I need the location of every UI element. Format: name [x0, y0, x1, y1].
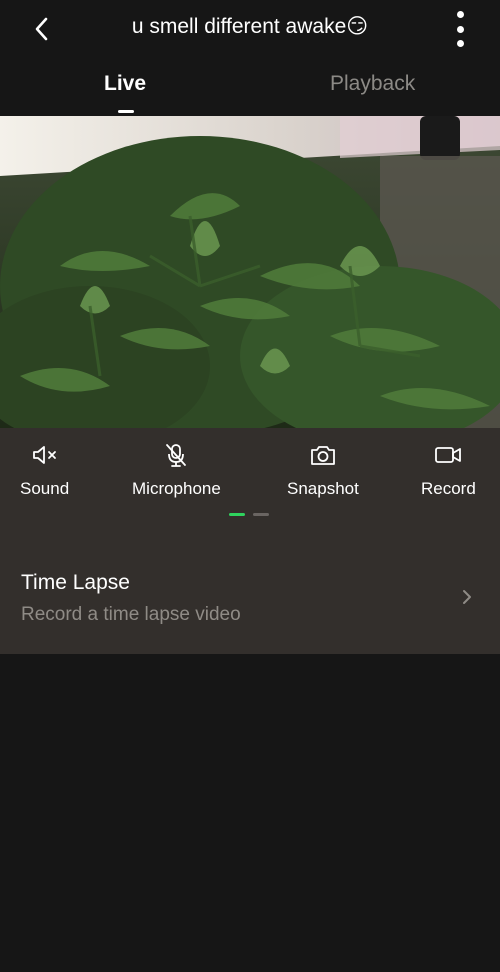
pager-dot-active[interactable] [229, 513, 245, 516]
more-dot-icon [456, 40, 464, 47]
sound-button[interactable]: Sound [20, 442, 69, 499]
record-button[interactable]: Record [421, 442, 476, 499]
snapshot-label: Snapshot [287, 479, 359, 498]
chevron-right-icon [463, 590, 471, 604]
video-camera-icon [435, 447, 462, 463]
more-options-button[interactable] [448, 11, 472, 47]
microphone-label: Microphone [132, 479, 221, 498]
plant-camera-image [0, 116, 500, 428]
page-title: u smell different awake😏 [131, 15, 369, 38]
time-lapse-subtitle: Record a time lapse video [21, 604, 241, 625]
time-lapse-row[interactable]: Time Lapse Record a time lapse video [0, 524, 500, 654]
camera-icon [311, 446, 335, 465]
snapshot-button[interactable]: Snapshot [287, 442, 359, 499]
record-label: Record [421, 479, 476, 498]
speaker-muted-icon [32, 446, 56, 464]
camera-controls: Sound Microphone Snapshot Record [0, 428, 500, 524]
time-lapse-title: Time Lapse [21, 571, 130, 594]
microphone-off-icon [166, 444, 187, 467]
live-video-feed[interactable] [0, 116, 500, 428]
active-tab-indicator [118, 110, 134, 113]
tab-playback[interactable]: Playback [330, 72, 415, 96]
pager-dot-inactive[interactable] [253, 513, 269, 516]
pager-dots [229, 513, 269, 516]
top-bar: u smell different awake😏 [0, 0, 500, 58]
sound-label: Sound [20, 479, 70, 498]
more-dot-icon [456, 25, 464, 33]
tab-live[interactable]: Live [104, 72, 146, 96]
microphone-button[interactable]: Microphone [132, 442, 221, 499]
view-tabs: Live Playback [0, 58, 500, 116]
more-dot-icon [456, 11, 464, 18]
